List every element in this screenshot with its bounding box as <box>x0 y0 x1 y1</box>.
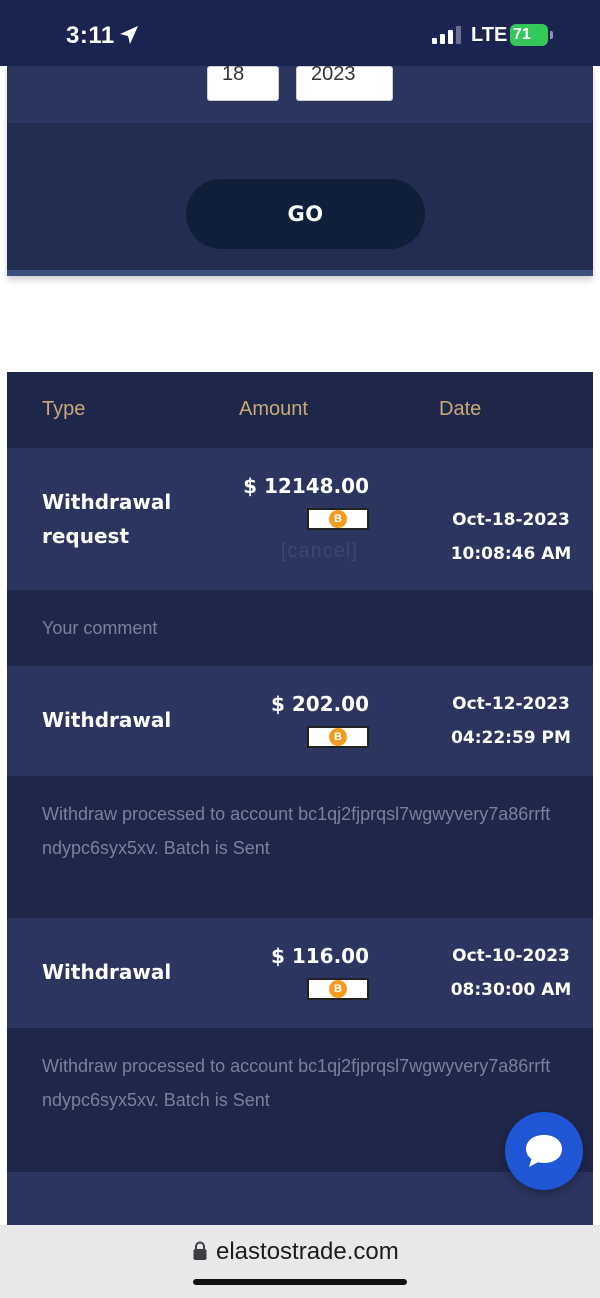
transaction-type: Withdrawal request <box>42 490 172 548</box>
transactions-table: Type Amount Date Withdrawal request $ 12… <box>7 372 593 1232</box>
lock-icon <box>193 1241 207 1260</box>
table-header: Type Amount Date <box>7 372 593 448</box>
transaction-date: Oct-12-2023 <box>452 694 570 714</box>
battery-cap <box>550 31 553 39</box>
comment-row: Your comment <box>7 590 593 666</box>
day-field[interactable]: 18 <box>207 64 279 101</box>
header-date: Date <box>439 398 482 420</box>
transaction-time: 08:30:00 AM <box>450 980 572 1000</box>
transaction-amount: $ 202.00 <box>270 692 369 716</box>
bitcoin-icon: B <box>329 728 347 746</box>
table-footer <box>7 1172 593 1232</box>
transaction-type: Withdrawal <box>42 960 172 984</box>
chat-bubble-icon <box>526 1135 562 1167</box>
url-text[interactable]: elastostrade.com <box>216 1238 399 1266</box>
currency-badge: B <box>307 726 369 748</box>
table-row: Withdrawal $ 202.00 B Oct-12-2023 04:22:… <box>7 666 593 776</box>
cancel-link[interactable]: [cancel] <box>281 540 358 563</box>
status-time: 3:11 <box>66 22 115 49</box>
go-button[interactable]: GO <box>186 179 425 249</box>
table-row: Withdrawal $ 116.00 B Oct-10-2023 08:30:… <box>7 918 593 1028</box>
transaction-date: Oct-10-2023 <box>452 946 570 966</box>
transaction-date: Oct-18-2023 <box>452 510 570 530</box>
location-arrow-icon <box>120 26 138 44</box>
bitcoin-icon: B <box>329 510 347 528</box>
filter-divider <box>7 270 593 276</box>
currency-badge: B <box>307 508 369 530</box>
date-filter-panel: 18 2023 GO <box>7 64 593 276</box>
date-filter-top: 18 2023 <box>7 64 593 123</box>
status-bar: 3:11 LTE 71 <box>0 0 600 66</box>
header-type: Type <box>42 398 86 420</box>
comment-text: Your comment <box>42 618 158 638</box>
browser-address-bar[interactable]: elastostrade.com <box>0 1225 600 1298</box>
transaction-time: 10:08:46 AM <box>450 544 572 564</box>
home-indicator[interactable] <box>193 1279 407 1285</box>
transaction-amount: $ 116.00 <box>270 944 369 968</box>
cellular-signal-icon <box>432 26 461 44</box>
comment-text: Withdraw processed to account bc1qj2fjpr… <box>42 804 551 858</box>
network-type-label: LTE <box>471 24 508 46</box>
comment-text: Withdraw processed to account bc1qj2fjpr… <box>42 1056 551 1110</box>
comment-row: Withdraw processed to account bc1qj2fjpr… <box>7 776 593 918</box>
chat-button[interactable] <box>505 1112 583 1190</box>
battery-level: 71 <box>513 26 531 43</box>
transaction-type: Withdrawal <box>42 708 172 732</box>
currency-badge: B <box>307 978 369 1000</box>
table-row: Withdrawal request $ 12148.00 B [cancel]… <box>7 448 593 590</box>
bitcoin-icon: B <box>329 980 347 998</box>
transaction-amount: $ 12148.00 <box>243 474 369 498</box>
header-amount: Amount <box>239 398 308 420</box>
year-field[interactable]: 2023 <box>296 64 393 101</box>
battery-icon: 71 <box>510 24 548 46</box>
transaction-time: 04:22:59 PM <box>451 728 571 748</box>
